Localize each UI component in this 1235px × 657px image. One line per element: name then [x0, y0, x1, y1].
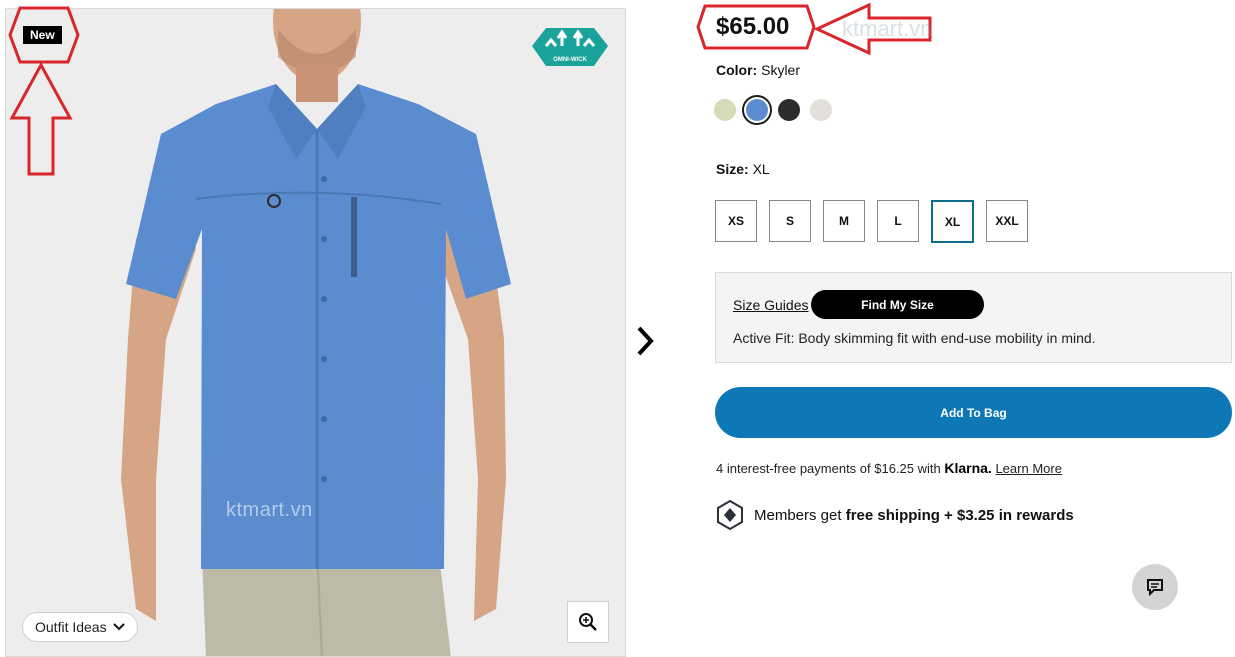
members-reward: free shipping + $3.25 in rewards: [845, 506, 1074, 524]
color-swatches: [714, 95, 832, 125]
next-image-button[interactable]: [632, 322, 658, 360]
product-photo: [121, 9, 511, 656]
new-badge: New: [23, 26, 62, 44]
members-diamond-icon: [717, 500, 743, 530]
size-m[interactable]: M: [823, 200, 865, 242]
chevron-right-icon: [637, 326, 654, 356]
fit-panel: Size Guides Find My Size Active Fit: Bod…: [715, 272, 1232, 363]
chat-icon: [1147, 579, 1163, 596]
product-gallery: ktmart.vn New OMNI-WICK Outfit Ideas: [5, 8, 626, 657]
zoom-button[interactable]: [567, 601, 609, 643]
outfit-ideas-button[interactable]: Outfit Ideas: [22, 612, 138, 642]
watermark: ktmart.vn: [842, 16, 933, 41]
swatch-sage[interactable]: [714, 99, 736, 121]
size-label-key: Size:: [716, 161, 749, 177]
size-label: Size: XL: [716, 161, 770, 177]
fit-description: Active Fit: Body skimming fit with end-u…: [733, 330, 1096, 346]
klarna-text: 4 interest-free payments of $16.25 with: [716, 461, 941, 476]
add-to-bag-button[interactable]: Add To Bag: [715, 387, 1232, 438]
size-guides-link[interactable]: Size Guides: [733, 297, 808, 313]
size-xs[interactable]: XS: [715, 200, 757, 242]
swatch-black[interactable]: [778, 99, 800, 121]
klarna-brand: Klarna.: [944, 460, 992, 476]
color-label-key: Color:: [716, 62, 758, 78]
klarna-info: 4 interest-free payments of $16.25 with …: [716, 460, 1062, 476]
outfit-ideas-label: Outfit Ideas: [35, 619, 107, 635]
product-page: ktmart.vn New OMNI-WICK Outfit Ideas $65…: [0, 0, 1235, 657]
price: $65.00: [716, 13, 790, 40]
size-value: XL: [752, 161, 770, 177]
color-value: Skyler: [761, 62, 801, 78]
size-xl[interactable]: XL: [931, 200, 974, 243]
omni-wick-logo: OMNI-WICK: [532, 28, 608, 66]
chat-button[interactable]: [1132, 564, 1178, 610]
size-options: XS S M L XL XXL: [715, 200, 1028, 243]
color-label: Color: Skyler: [716, 62, 800, 78]
find-my-size-button[interactable]: Find My Size: [811, 290, 984, 319]
members-text: Members get: [754, 506, 842, 524]
zoom-in-icon: [579, 613, 597, 631]
swatch-light-gray[interactable]: [810, 99, 832, 121]
members-banner: Members get free shipping + $3.25 in rew…: [716, 500, 1074, 530]
learn-more-link[interactable]: Learn More: [995, 461, 1061, 476]
watermark: ktmart.vn: [226, 499, 313, 521]
logo-text: OMNI-WICK: [553, 57, 587, 63]
chevron-down-icon: [112, 623, 125, 631]
size-l[interactable]: L: [877, 200, 919, 242]
swatch-skyler[interactable]: [742, 95, 772, 125]
size-s[interactable]: S: [769, 200, 811, 242]
size-xxl[interactable]: XXL: [986, 200, 1028, 242]
